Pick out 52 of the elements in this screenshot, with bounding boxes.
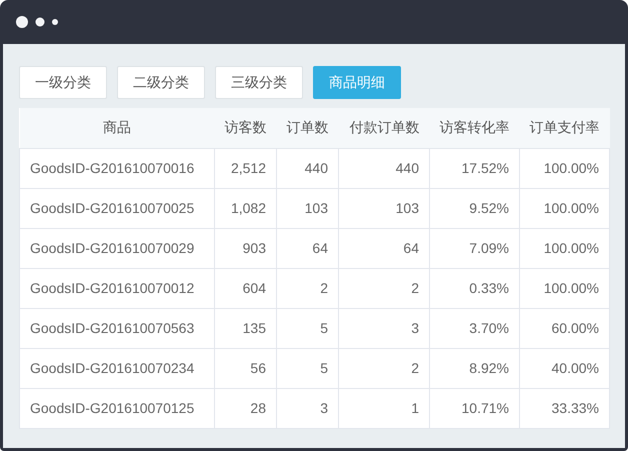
window-dots-icon: [16, 15, 61, 29]
table-cell: 3: [338, 308, 430, 348]
table-cell: 100.00%: [520, 188, 610, 228]
category-tab[interactable]: 一级分类: [19, 66, 107, 99]
table-cell: 10.71%: [430, 388, 520, 428]
table-cell: 8.92%: [430, 348, 520, 388]
column-header: 访客转化率: [430, 108, 520, 148]
table-cell: 1: [338, 388, 430, 428]
table-cell: 60.00%: [520, 308, 610, 348]
table-cell: 103: [338, 188, 430, 228]
table-cell: GoodsID-G201610070016: [20, 148, 214, 188]
category-tab[interactable]: 二级分类: [117, 66, 205, 99]
table-cell: 3: [276, 388, 338, 428]
table-cell: 2: [338, 268, 430, 308]
table-cell: 100.00%: [520, 148, 610, 188]
table-cell: 64: [276, 228, 338, 268]
table-cell: 103: [276, 188, 338, 228]
table-cell: 2: [276, 268, 338, 308]
table-cell: 440: [338, 148, 430, 188]
table-cell: 100.00%: [520, 268, 610, 308]
table-cell: 7.09%: [430, 228, 520, 268]
table-cell: 100.00%: [520, 228, 610, 268]
column-header: 商品: [20, 108, 214, 148]
column-header: 订单支付率: [520, 108, 610, 148]
column-header: 访客数: [214, 108, 276, 148]
table-cell: 5: [276, 308, 338, 348]
table-cell: 135: [214, 308, 276, 348]
table-cell: GoodsID-G201610070125: [20, 388, 214, 428]
table-cell: 3.70%: [430, 308, 520, 348]
table-cell: 903: [214, 228, 276, 268]
table-cell: 2: [338, 348, 430, 388]
column-header: 订单数: [276, 108, 338, 148]
table-cell: 5: [276, 348, 338, 388]
table-cell: 1,082: [214, 188, 276, 228]
column-header: 付款订单数: [338, 108, 430, 148]
table-cell: 9.52%: [430, 188, 520, 228]
table-cell: 440: [276, 148, 338, 188]
table-cell: 40.00%: [520, 348, 610, 388]
table-cell: 604: [214, 268, 276, 308]
table-cell: 0.33%: [430, 268, 520, 308]
table-cell: GoodsID-G201610070025: [20, 188, 214, 228]
table-cell: GoodsID-G201610070029: [20, 228, 214, 268]
table-cell: 28: [214, 388, 276, 428]
table-cell: GoodsID-G201610070563: [20, 308, 214, 348]
table-cell: GoodsID-G201610070012: [20, 268, 214, 308]
table-cell: 2,512: [214, 148, 276, 188]
table-cell: 33.33%: [520, 388, 610, 428]
table-cell: 17.52%: [430, 148, 520, 188]
table-cell: GoodsID-G201610070234: [20, 348, 214, 388]
table-cell: 64: [338, 228, 430, 268]
category-tab[interactable]: 三级分类: [215, 66, 303, 99]
table-cell: 56: [214, 348, 276, 388]
